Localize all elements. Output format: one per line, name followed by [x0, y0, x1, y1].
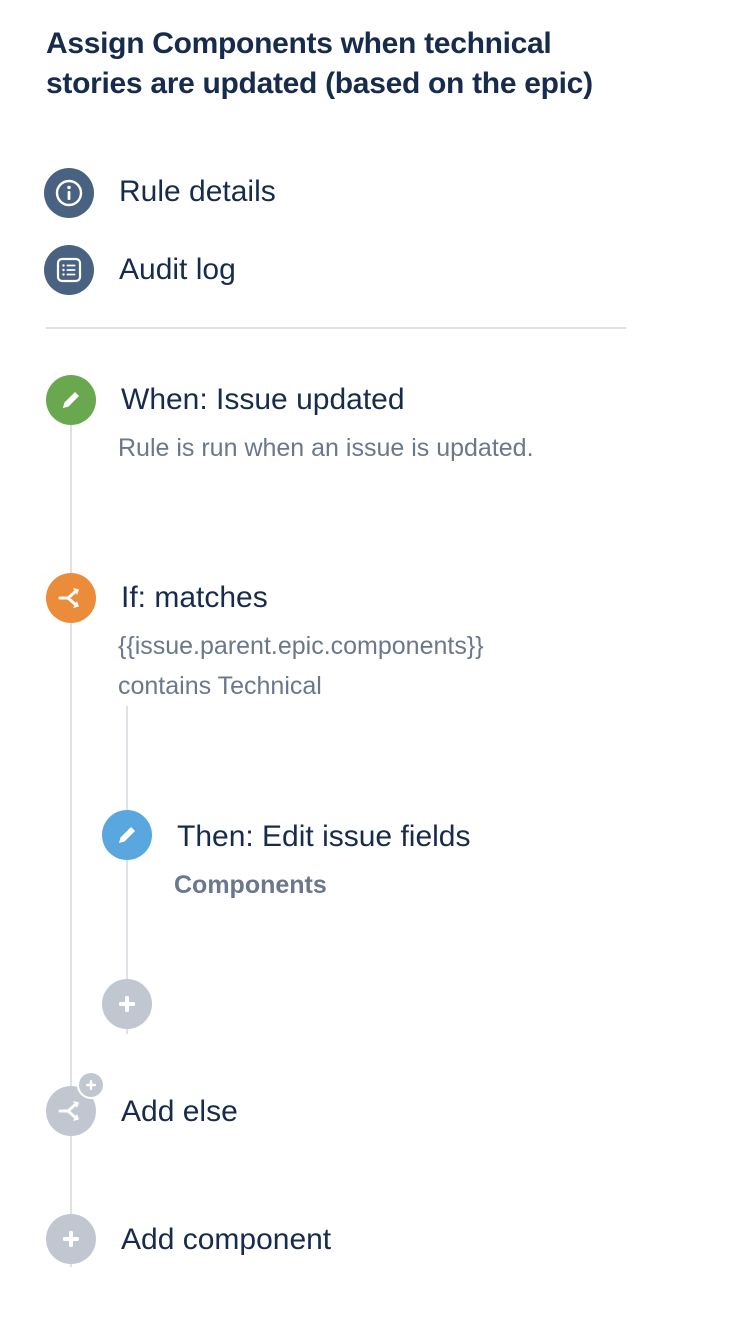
- add-else-label: Add else: [121, 1095, 238, 1128]
- condition-rule: contains Technical: [118, 672, 322, 700]
- page-title: Assign Components when technical stories…: [46, 27, 593, 100]
- rule-details-label: Rule details: [119, 175, 276, 208]
- add-else-button[interactable]: Add else: [46, 1071, 446, 1137]
- action-heading: Then: Edit issue fields: [177, 820, 471, 853]
- action-field: Components: [174, 871, 327, 899]
- pencil-icon: [102, 810, 152, 860]
- condition-smart-value: {{issue.parent.epic.components}}: [118, 632, 484, 660]
- add-component-label: Add component: [121, 1223, 332, 1256]
- condition-heading: If: matches: [121, 581, 268, 614]
- divider: [46, 327, 626, 329]
- plus-badge-icon: [77, 1071, 105, 1099]
- action-component[interactable]: Then: Edit issue fields Components: [102, 810, 662, 905]
- add-nested-action-button[interactable]: [102, 979, 152, 1029]
- trigger-heading: When: Issue updated: [121, 383, 405, 416]
- audit-log-nav-item[interactable]: Audit log: [44, 245, 344, 295]
- list-icon: [44, 245, 94, 295]
- info-icon: [44, 168, 94, 218]
- plus-icon: [46, 1214, 96, 1264]
- trigger-component[interactable]: When: Issue updated Rule is run when an …: [46, 375, 646, 470]
- trigger-description: Rule is run when an issue is updated.: [118, 434, 534, 462]
- branch-icon: [46, 573, 96, 623]
- add-component-button[interactable]: Add component: [46, 1214, 446, 1266]
- flow-connector-main: [70, 425, 72, 1267]
- pencil-icon: [46, 375, 96, 425]
- plus-icon: [119, 996, 135, 1012]
- audit-log-label: Audit log: [119, 253, 236, 286]
- condition-component[interactable]: If: matches {{issue.parent.epic.componen…: [46, 573, 646, 708]
- rule-details-nav-item[interactable]: Rule details: [44, 168, 344, 218]
